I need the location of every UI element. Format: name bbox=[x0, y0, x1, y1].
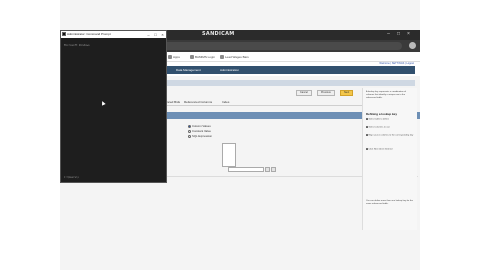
bookmark-wages[interactable]: Lead Wages Bars bbox=[220, 54, 249, 60]
terminal-icon bbox=[62, 32, 66, 36]
nav-data-management[interactable]: Data Management bbox=[174, 67, 203, 73]
radio-label: Constant Value bbox=[192, 129, 211, 133]
help-step: Click Next when finished bbox=[366, 148, 414, 151]
help-step-text: Select table to define bbox=[368, 118, 389, 121]
main-nav: Data Management Administration bbox=[160, 66, 415, 74]
nav-administration[interactable]: Administration bbox=[218, 67, 241, 73]
radio-label: SQL Expression bbox=[192, 134, 213, 138]
next-button[interactable]: Next bbox=[340, 90, 354, 96]
value-input[interactable] bbox=[228, 167, 264, 172]
close-icon[interactable]: × bbox=[405, 31, 412, 38]
bookmark-apps[interactable]: Apps bbox=[168, 54, 180, 60]
maximize-icon[interactable]: □ bbox=[395, 31, 402, 38]
clear-button[interactable] bbox=[271, 167, 276, 172]
help-step: Select columns to use bbox=[366, 126, 414, 129]
bullet-icon bbox=[366, 126, 368, 128]
previous-button[interactable]: Previous bbox=[317, 90, 335, 96]
radio-label: Column Values bbox=[192, 124, 211, 128]
help-step: Select table to define bbox=[366, 118, 414, 121]
help-step: Map source columns to the corresponding … bbox=[366, 134, 414, 137]
cmd-prompt[interactable]: C:\Users\> bbox=[64, 176, 79, 179]
help-title: Defining a lookup key bbox=[366, 112, 398, 116]
tab-indes[interactable]: Indes bbox=[222, 100, 229, 105]
close-icon[interactable]: × bbox=[159, 31, 166, 38]
command-prompt-window[interactable]: Administrator: Command Prompt – □ × Micr… bbox=[60, 30, 167, 183]
radio-column-values[interactable]: Column Values bbox=[188, 124, 211, 128]
cmd-output-line: Microsoft Windows bbox=[64, 44, 90, 47]
bookmark-label: BAMIMS Login bbox=[195, 55, 216, 59]
sub-header-bar bbox=[160, 80, 415, 86]
radio-selected-icon bbox=[188, 124, 191, 128]
tab-referenced-columns[interactable]: Referenced Columns bbox=[184, 100, 212, 105]
bookmark-label: Apps bbox=[173, 55, 180, 59]
right-letterbox bbox=[420, 0, 480, 270]
minimize-icon[interactable]: – bbox=[145, 31, 152, 38]
column-listbox[interactable] bbox=[222, 143, 236, 167]
bullet-icon bbox=[366, 118, 368, 120]
page-icon bbox=[220, 55, 224, 60]
left-letterbox bbox=[0, 0, 60, 270]
page-icon bbox=[190, 55, 194, 60]
watermark-text: SANDICAM bbox=[202, 31, 235, 37]
help-intro: A lookup key represents a combination of… bbox=[366, 91, 407, 99]
apps-icon bbox=[168, 55, 172, 60]
help-panel: A lookup key represents a combination of… bbox=[362, 88, 417, 230]
radio-icon bbox=[188, 134, 191, 138]
cmd-title: Administrator: Command Prompt bbox=[67, 32, 111, 36]
cmd-titlebar[interactable]: Administrator: Command Prompt – □ × bbox=[61, 31, 166, 38]
profile-icon[interactable] bbox=[409, 42, 416, 49]
bookmark-label: Lead Wages Bars bbox=[225, 55, 249, 59]
top-links[interactable]: Welcome | SETTINGS | Logout bbox=[379, 62, 414, 65]
bullet-icon bbox=[366, 148, 368, 150]
bookmark-login[interactable]: BAMIMS Login bbox=[190, 54, 215, 60]
url-field[interactable] bbox=[152, 42, 402, 50]
cancel-button[interactable]: Cancel bbox=[296, 90, 312, 96]
lookup-button[interactable] bbox=[265, 167, 270, 172]
help-footer: You can define more than one lookup key … bbox=[366, 200, 413, 205]
maximize-icon[interactable]: □ bbox=[152, 31, 159, 38]
help-step-text: Click Next when finished bbox=[368, 148, 393, 151]
radio-constant-value[interactable]: Constant Value bbox=[188, 129, 211, 133]
radio-icon bbox=[188, 129, 191, 133]
bullet-icon bbox=[366, 134, 368, 136]
help-step-text: Map source columns to the corresponding … bbox=[368, 134, 414, 137]
screen: SANDICAM SANDICAM – □ × Apps BAMIMS Logi… bbox=[60, 0, 420, 270]
radio-sql-expression[interactable]: SQL Expression bbox=[188, 134, 212, 138]
bandicam-watermark: SANDICAM bbox=[202, 31, 235, 37]
help-step-text: Select columns to use bbox=[368, 126, 390, 129]
minimize-icon[interactable]: – bbox=[385, 31, 392, 38]
